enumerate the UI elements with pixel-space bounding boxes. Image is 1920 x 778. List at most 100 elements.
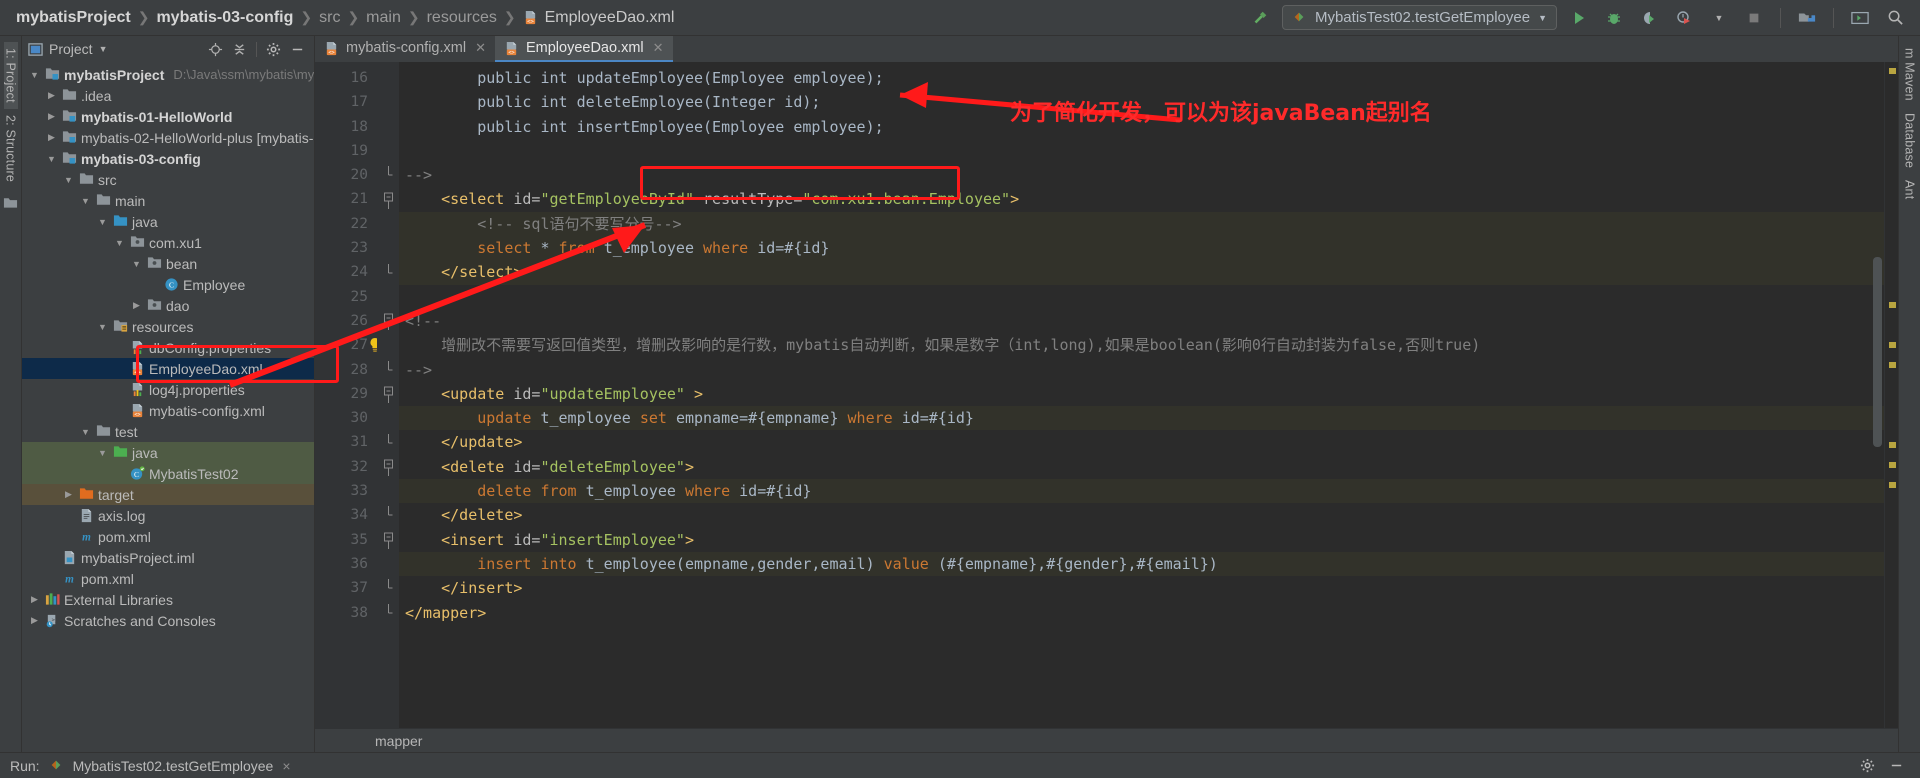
code-line[interactable]: <!-- bbox=[399, 309, 1884, 333]
tree-node-log4j-properties[interactable]: log4j.properties bbox=[22, 379, 314, 400]
chevron-right-icon[interactable]: ▶ bbox=[28, 615, 41, 626]
breadcrumb-item-src[interactable]: src bbox=[313, 9, 346, 27]
tree-node-test[interactable]: ▼ test bbox=[22, 421, 314, 442]
code-line[interactable]: public int deleteEmployee(Integer id); bbox=[399, 90, 1884, 114]
profiler-dropdown-icon[interactable]: ▼ bbox=[1706, 5, 1732, 31]
fold-marker-icon[interactable] bbox=[377, 260, 399, 284]
code-line[interactable]: <update id="updateEmployee" > bbox=[399, 382, 1884, 406]
tree-node-java[interactable]: ▼ java bbox=[22, 442, 314, 463]
code-line[interactable]: </select> bbox=[399, 260, 1884, 285]
tree-node-idea[interactable]: ▶ .idea bbox=[22, 85, 314, 106]
tree-node-mybatis-03-config[interactable]: ▼ mybatis-03-config bbox=[22, 148, 314, 169]
fold-marker-icon[interactable] bbox=[377, 163, 399, 187]
chevron-down-icon[interactable]: ▼ bbox=[45, 154, 58, 164]
code-line[interactable]: <insert id="insertEmployee"> bbox=[399, 528, 1884, 552]
fold-marker-icon[interactable] bbox=[377, 430, 399, 454]
tree-node-mybatis-01-helloworld[interactable]: ▶ mybatis-01-HelloWorld bbox=[22, 106, 314, 127]
code-line[interactable]: </update> bbox=[399, 430, 1884, 454]
tree-node-java[interactable]: ▼ java bbox=[22, 211, 314, 232]
chevron-down-icon[interactable]: ▼ bbox=[96, 322, 109, 332]
chevron-down-icon[interactable]: ▼ bbox=[28, 70, 41, 80]
tree-node-main[interactable]: ▼ main bbox=[22, 190, 314, 211]
project-tree[interactable]: ▼ mybatisProject D:\Java\ssm\mybatis\myb ▶.… bbox=[22, 62, 314, 752]
close-icon[interactable]: × bbox=[282, 758, 290, 774]
chevron-down-icon[interactable]: ▼ bbox=[79, 427, 92, 437]
code-line[interactable]: public int insertEmployee(Employee emplo… bbox=[399, 115, 1884, 139]
tree-node-mybatis-02-helloworld-plus-mybatis[interactable]: ▶ mybatis-02-HelloWorld-plus [mybatis- bbox=[22, 127, 314, 148]
run-configuration-selector[interactable]: MybatisTest02.testGetEmployee ▼ bbox=[1281, 5, 1557, 30]
tree-node-mybatistest02[interactable]: C MybatisTest02 bbox=[22, 463, 314, 484]
run-tab-label[interactable]: MybatisTest02.testGetEmployee bbox=[73, 758, 274, 774]
chevron-down-icon[interactable]: ▼ bbox=[96, 448, 109, 458]
fold-marker-icon[interactable] bbox=[377, 309, 399, 333]
editor-scrollbar-thumb[interactable] bbox=[1873, 257, 1882, 447]
tree-node-external-libraries[interactable]: ▶ External Libraries bbox=[22, 589, 314, 610]
fold-marker-icon[interactable] bbox=[377, 358, 399, 382]
debug-icon[interactable] bbox=[1601, 5, 1627, 31]
tree-node-mybatis-config-xml[interactable]: <> mybatis-config.xml bbox=[22, 400, 314, 421]
code-line[interactable]: delete from t_employee where id=#{id} bbox=[399, 479, 1884, 504]
chevron-down-icon[interactable]: ▼ bbox=[79, 196, 92, 206]
settings-gear-icon[interactable] bbox=[1860, 758, 1875, 773]
fold-marker-icon[interactable] bbox=[377, 187, 399, 211]
tree-node-resources[interactable]: ▼ resources bbox=[22, 316, 314, 337]
search-everywhere-icon[interactable] bbox=[1882, 5, 1908, 31]
chevron-right-icon[interactable]: ▶ bbox=[45, 132, 58, 143]
project-structure-icon[interactable] bbox=[1794, 5, 1820, 31]
tree-node-axis-log[interactable]: axis.log bbox=[22, 505, 314, 526]
code-line[interactable]: public int updateEmployee(Employee emplo… bbox=[399, 66, 1884, 90]
tree-node-employee[interactable]: C Employee bbox=[22, 274, 314, 295]
run-with-coverage-icon[interactable] bbox=[1636, 5, 1662, 31]
code-line[interactable]: insert into t_employee(empname,gender,em… bbox=[399, 551, 1884, 577]
sidebar-item-maven[interactable]: m Maven bbox=[1903, 42, 1917, 107]
chevron-right-icon[interactable]: ▶ bbox=[28, 594, 41, 605]
code-editor[interactable]: 16 17 18 19 20 21 22 23 24 25 26 27 28 29 30 31 32 33 34 35… bbox=[315, 62, 1898, 728]
tree-node-employeedao-xml[interactable]: <> EmployeeDao.xml bbox=[22, 358, 314, 379]
settings-gear-icon[interactable] bbox=[266, 42, 281, 57]
chevron-right-icon[interactable]: ▶ bbox=[62, 489, 75, 500]
code-line[interactable]: <!-- sql语句不要写分号--> bbox=[399, 211, 1884, 237]
chevron-down-icon[interactable]: ▼ bbox=[96, 217, 109, 227]
breadcrumb-item-module[interactable]: mybatis-03-config bbox=[150, 9, 299, 27]
sidebar-item-structure[interactable]: 2: Structure bbox=[4, 109, 18, 188]
code-line[interactable]: </insert> bbox=[399, 576, 1884, 600]
sidebar-item-project[interactable]: 1: Project bbox=[3, 42, 18, 109]
hide-window-icon[interactable] bbox=[290, 42, 305, 57]
profiler-icon[interactable] bbox=[1671, 5, 1697, 31]
chevron-right-icon[interactable]: ▶ bbox=[130, 300, 143, 311]
editor-marker-bar[interactable] bbox=[1884, 62, 1898, 728]
code-line[interactable]: 增删改不需要写返回值类型，增删改影响的是行数，mybatis自动判断，如果是数字… bbox=[399, 333, 1884, 357]
close-icon[interactable]: ✕ bbox=[653, 40, 664, 56]
chevron-down-icon[interactable]: ▼ bbox=[62, 175, 75, 185]
tree-node-mybatisproject[interactable]: ▼ mybatisProject D:\Java\ssm\mybatis\myb bbox=[22, 64, 314, 85]
sidebar-item-ant[interactable]: Ant bbox=[1903, 174, 1917, 205]
code-line[interactable]: </delete> bbox=[399, 503, 1884, 527]
tree-node-scratches-and-consoles[interactable]: ▶ >_ Scratches and Consoles bbox=[22, 610, 314, 631]
editor-breadcrumb-label[interactable]: mapper bbox=[375, 733, 422, 749]
chevron-right-icon[interactable]: ▶ bbox=[45, 90, 58, 101]
chevron-down-icon[interactable]: ▼ bbox=[1538, 13, 1547, 23]
code-line[interactable]: </mapper> bbox=[399, 601, 1884, 625]
code-line[interactable]: --> bbox=[399, 358, 1884, 382]
chevron-down-icon[interactable]: ▼ bbox=[130, 259, 143, 269]
tree-node-com-xu1[interactable]: ▼ com.xu1 bbox=[22, 232, 314, 253]
code-line[interactable] bbox=[399, 139, 1884, 163]
breadcrumb-item-main[interactable]: main bbox=[360, 9, 407, 27]
fold-marker-icon[interactable] bbox=[377, 503, 399, 527]
editor-tab-mybatis-config-xml[interactable]: <> mybatis-config.xml ✕ bbox=[315, 36, 495, 62]
breadcrumb-item-resources[interactable]: resources bbox=[421, 9, 503, 27]
tree-node-src[interactable]: ▼ src bbox=[22, 169, 314, 190]
code-line[interactable] bbox=[399, 285, 1884, 309]
editor-tab-EmployeeDao-xml[interactable]: <> EmployeeDao.xml ✕ bbox=[494, 36, 673, 62]
run-icon[interactable] bbox=[1566, 5, 1592, 31]
fold-marker-icon[interactable] bbox=[377, 455, 399, 479]
fold-marker-icon[interactable] bbox=[377, 601, 399, 625]
terminal-icon[interactable] bbox=[1847, 5, 1873, 31]
code-folding-column[interactable] bbox=[377, 62, 399, 728]
code-line[interactable]: select * from t_employee where id=#{id} bbox=[399, 236, 1884, 261]
code-line[interactable]: update t_employee set empname=#{empname}… bbox=[399, 406, 1884, 431]
stop-icon[interactable] bbox=[1741, 5, 1767, 31]
chevron-right-icon[interactable]: ▶ bbox=[45, 111, 58, 122]
code-line[interactable]: <select id="getEmployeeById" resultType=… bbox=[399, 187, 1884, 211]
tree-node-pom-xml[interactable]: m pom.xml bbox=[22, 568, 314, 589]
